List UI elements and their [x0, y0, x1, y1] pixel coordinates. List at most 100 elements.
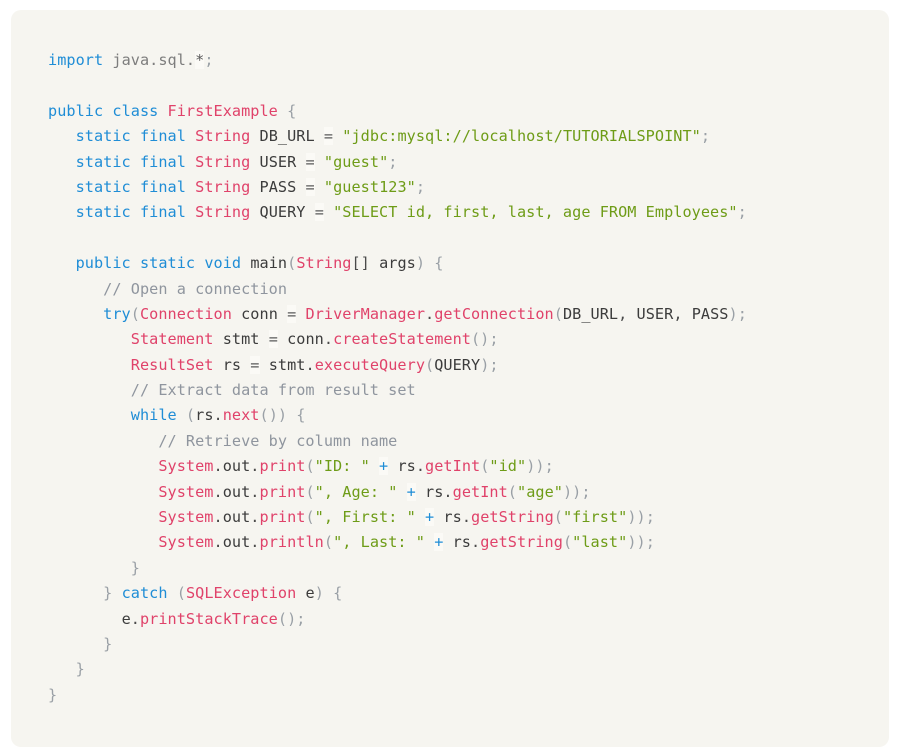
code-token: ( — [305, 482, 315, 501]
code-line: System.out.print(", Age: " + rs.getInt("… — [48, 480, 889, 505]
code-token: ; — [645, 508, 655, 527]
code-token: ; — [388, 152, 398, 171]
code-token: import — [48, 51, 104, 69]
code-token: ) — [314, 584, 324, 603]
code-token: ; — [737, 304, 747, 323]
code-token: DB_URL — [562, 304, 619, 323]
code-token: final — [139, 177, 186, 196]
code-token: ", Last: " — [333, 533, 425, 552]
code-token: ( — [507, 482, 517, 501]
code-token: ; — [737, 203, 747, 222]
code-token: main — [250, 254, 288, 273]
code-token: System — [158, 508, 214, 527]
code-token: "first" — [562, 508, 628, 527]
code-token: ; — [581, 482, 591, 501]
code-token: ) — [480, 355, 490, 374]
code-token: println — [259, 533, 324, 552]
code-token: // Retrieve by column name — [158, 431, 398, 450]
code-token: ( — [305, 508, 315, 527]
code-token: { — [434, 254, 444, 273]
code-token: String — [195, 152, 251, 171]
page-root: import java.sql.*; public class FirstExa… — [0, 0, 900, 754]
code-token: ( — [287, 254, 297, 273]
code-token: "guest123" — [323, 177, 416, 196]
code-token: try — [103, 304, 131, 323]
code-token: , — [673, 304, 692, 323]
code-token: String — [195, 177, 251, 196]
code-token: . — [213, 406, 223, 425]
code-token: rs — [452, 533, 471, 552]
code-line: // Retrieve by column name — [48, 429, 889, 454]
code-line: System.out.print(", First: " + rs.getStr… — [48, 505, 889, 530]
code-token: . — [213, 457, 223, 476]
code-token: } — [48, 685, 58, 704]
code-token: . — [250, 533, 260, 552]
code-token: )) — [526, 457, 545, 476]
code-token: USER — [259, 152, 297, 171]
code-token: ( — [553, 508, 563, 527]
code-token: next — [222, 406, 260, 425]
code-token: Connection — [139, 304, 232, 323]
code-token: ) — [728, 304, 738, 323]
code-token: = — [323, 127, 334, 146]
code-token: ; — [415, 177, 426, 196]
code-token: static — [75, 177, 131, 196]
code-token: rs — [443, 508, 462, 527]
code-token: // Extract data from result set — [130, 381, 416, 400]
code-token: stmt — [222, 330, 260, 349]
code-token: = — [305, 177, 315, 196]
code-token: . — [415, 457, 426, 476]
code-line: } catch (SQLException e) { — [48, 581, 889, 606]
code-token: ; — [645, 533, 655, 552]
code-token: final — [139, 127, 186, 146]
code-line: while (rs.next()) { — [48, 403, 889, 428]
code-token: args — [379, 254, 416, 273]
code-token: ( — [425, 355, 435, 374]
code-token: out — [222, 533, 251, 552]
code-line: static final String USER = "guest"; — [48, 150, 889, 175]
code-token: rs — [222, 355, 242, 374]
code-token: rs — [397, 457, 416, 476]
code-token: // Open a connection — [103, 279, 288, 298]
code-line: ResultSet rs = stmt.executeQuery(QUERY); — [48, 353, 889, 378]
code-token: . — [213, 508, 223, 527]
code-token: static — [75, 152, 131, 171]
code-line: // Extract data from result set — [48, 378, 889, 403]
code-line: } — [48, 632, 889, 657]
java-code-block[interactable]: import java.sql.*; public class FirstExa… — [48, 48, 889, 708]
code-token: . — [213, 533, 223, 552]
code-line: static final String QUERY = "SELECT id, … — [48, 200, 889, 225]
code-token: "guest" — [323, 152, 389, 171]
code-token: out — [222, 508, 251, 527]
code-token: + — [379, 457, 389, 476]
code-token: = — [305, 152, 315, 171]
code-token: . — [250, 482, 260, 501]
code-token: executeQuery — [314, 355, 426, 374]
